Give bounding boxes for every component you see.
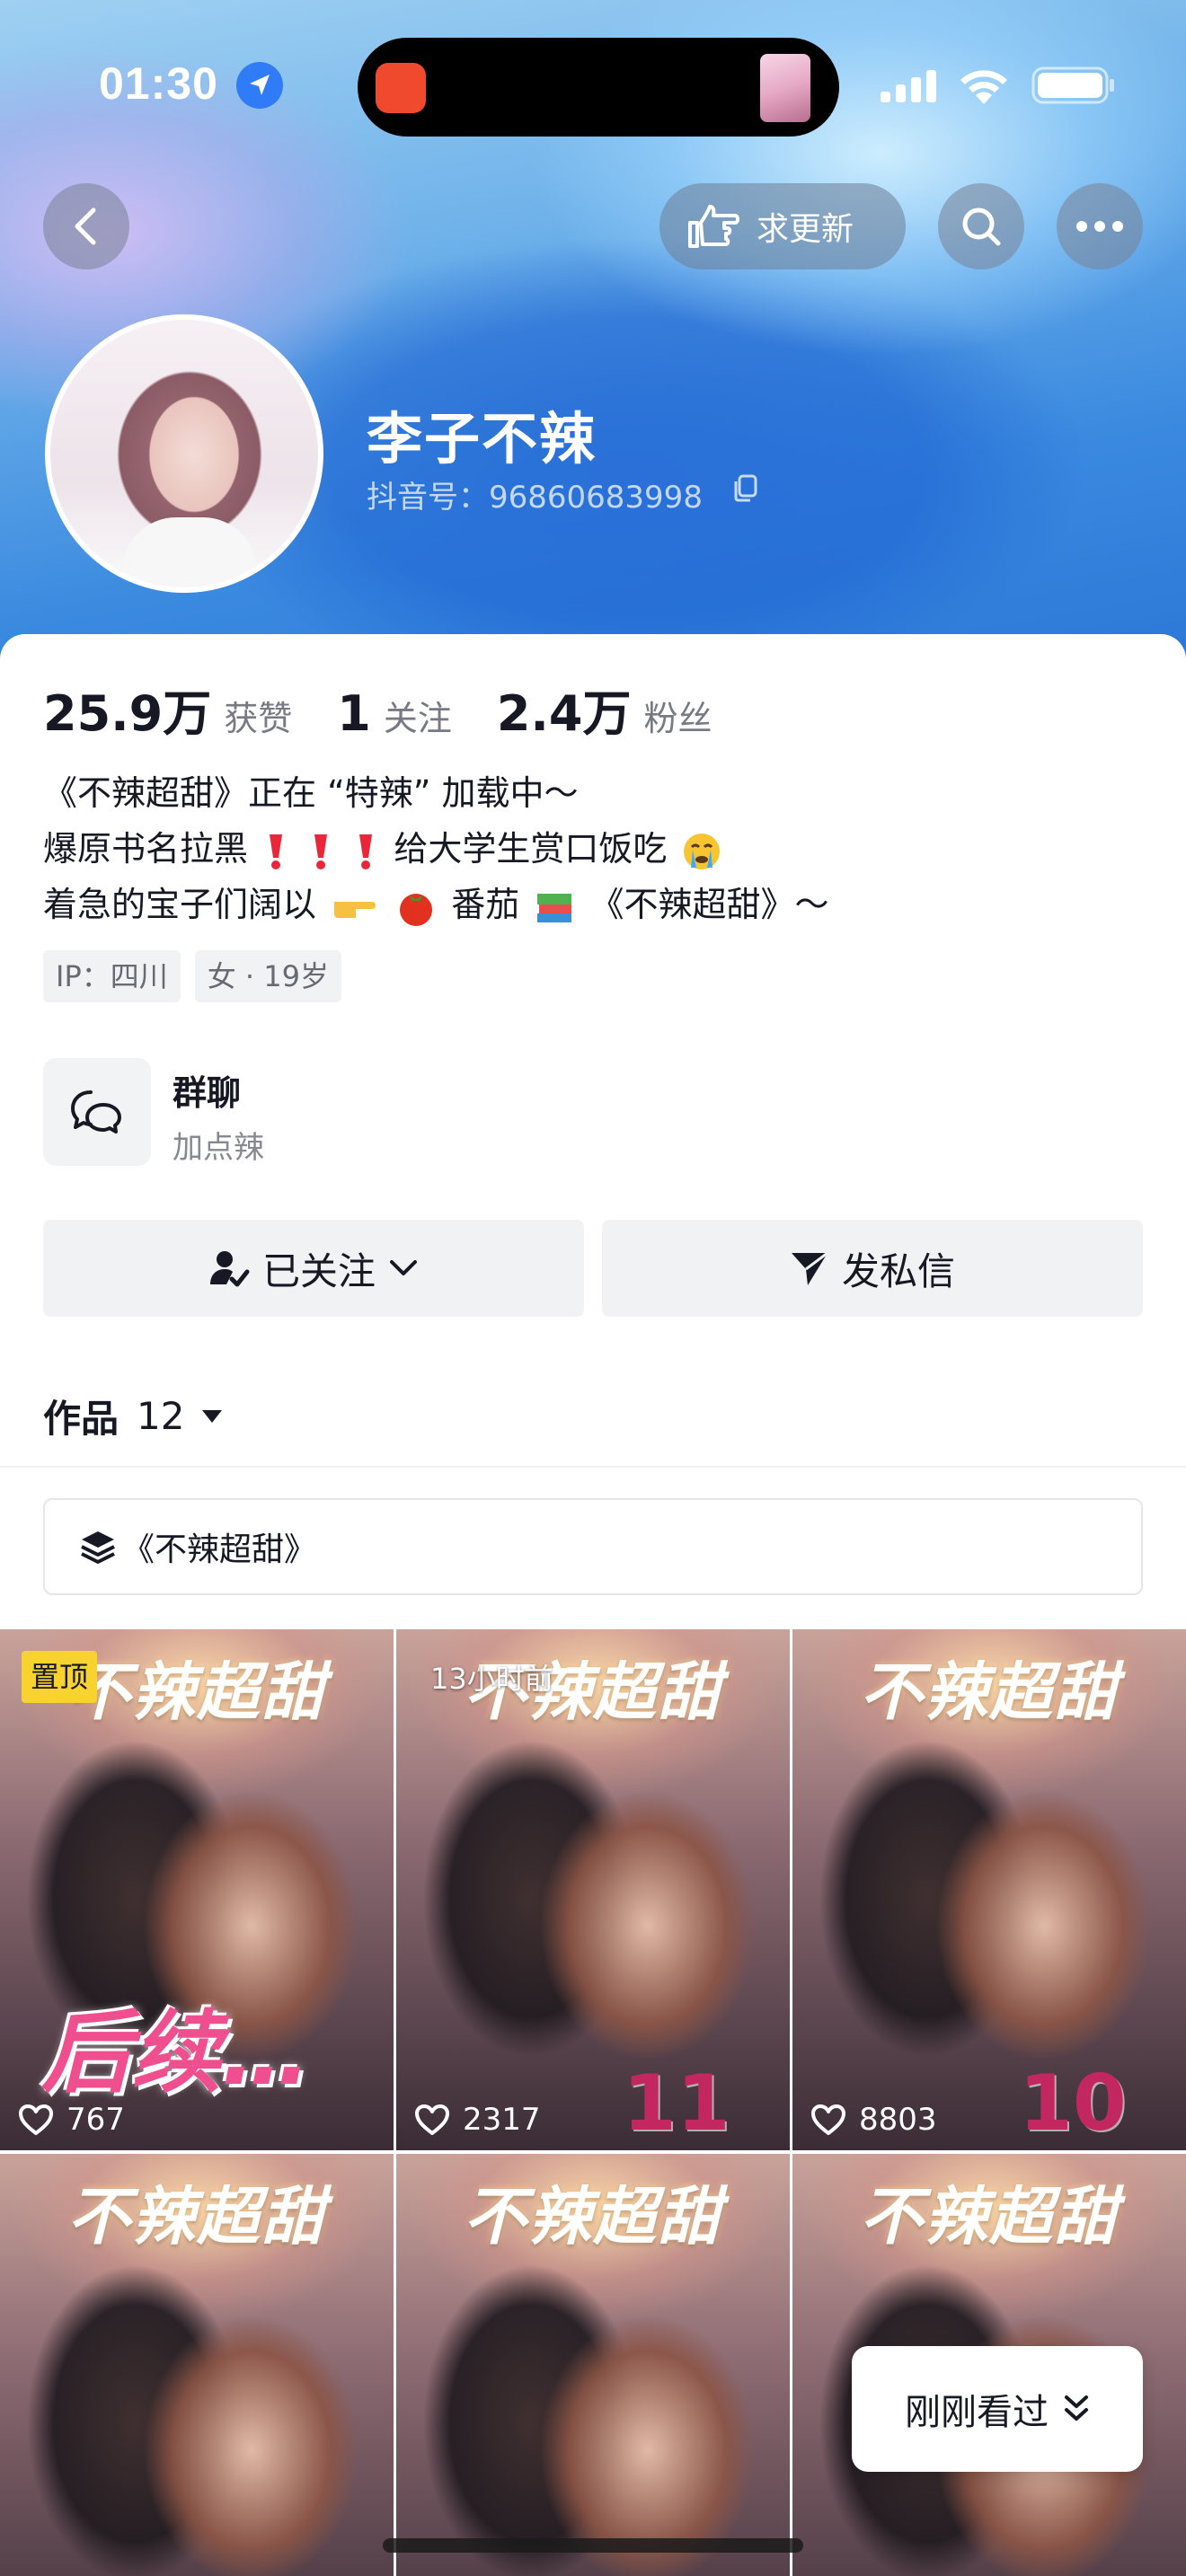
more-dots-icon bbox=[1076, 221, 1123, 232]
tomato-icon bbox=[400, 893, 433, 926]
video-tile[interactable]: 不辣超甜 bbox=[0, 2154, 394, 2576]
episode-number: 10 bbox=[1019, 2059, 1127, 2148]
bio-line-2-text-b: 给大学生赏口饭吃 bbox=[394, 829, 668, 869]
likes-label: 获赞 bbox=[224, 699, 293, 738]
like-count: 2317 bbox=[463, 2102, 541, 2138]
exclamation-icon bbox=[314, 834, 328, 869]
copy-icon[interactable] bbox=[731, 474, 758, 503]
request-update-button[interactable]: 求更新 bbox=[659, 183, 906, 269]
location-arrow-icon bbox=[236, 62, 283, 109]
ip-location-tag: IP：四川 bbox=[43, 950, 181, 1002]
send-message-label: 发私信 bbox=[841, 1248, 955, 1293]
gender-age-tag: 女 · 19岁 bbox=[194, 950, 341, 1002]
wifi-icon bbox=[960, 70, 1007, 104]
heart-icon bbox=[415, 2104, 449, 2135]
chat-bubbles-icon bbox=[71, 1090, 121, 1134]
following-label: 已关注 bbox=[261, 1248, 376, 1293]
recently-watched-button[interactable]: 刚刚看过 bbox=[852, 2346, 1143, 2472]
exclamation-icon bbox=[270, 834, 283, 869]
dynamic-island bbox=[358, 38, 839, 137]
caret-down-icon bbox=[202, 1409, 223, 1423]
search-button[interactable] bbox=[938, 183, 1024, 269]
recently-watched-label: 刚刚看过 bbox=[905, 2392, 1049, 2433]
group-chat-subtitle: 加点辣 bbox=[173, 1130, 264, 1166]
video-tile[interactable]: 不辣超甜 13小时前 11 2317 bbox=[396, 1629, 790, 2150]
following-label[interactable]: 关注 bbox=[384, 691, 452, 740]
like-count: 8803 bbox=[859, 2102, 937, 2138]
status-time: 01:30 bbox=[99, 58, 218, 109]
battery-icon bbox=[1031, 66, 1114, 104]
video-title: 不辣超甜 bbox=[464, 2179, 722, 2254]
section-divider bbox=[0, 1466, 1186, 1468]
video-title: 不辣超甜 bbox=[860, 1654, 1119, 1729]
episode-number: 11 bbox=[623, 2059, 730, 2148]
collection-label: 《不辣超甜》 bbox=[122, 1531, 317, 1568]
avatar-illustration bbox=[122, 517, 257, 587]
paper-plane-icon bbox=[791, 1251, 828, 1285]
home-indicator[interactable] bbox=[383, 2538, 803, 2553]
douyin-id: 抖音号：96860683998 bbox=[367, 480, 703, 516]
pointing-hand-icon bbox=[688, 205, 739, 248]
following-button[interactable]: 已关注 bbox=[43, 1220, 584, 1317]
likes-count: 25.9万 bbox=[43, 685, 212, 742]
works-tab[interactable]: 作品 12 bbox=[43, 1389, 224, 1443]
video-tile[interactable]: 不辣超甜 10 8803 bbox=[792, 1629, 1186, 2150]
back-arrow-icon bbox=[75, 207, 96, 245]
profile-name: 李子不辣 bbox=[367, 406, 597, 472]
bio-line-2-text-a: 爆原书名拉黑 bbox=[43, 829, 249, 869]
bio: 《不辣超甜》正在 “特辣” 加载中～ 爆原书名拉黑 给大学生赏口饭吃 着急的宝子… bbox=[43, 765, 829, 932]
followers-count[interactable]: 2.4万 bbox=[497, 674, 632, 745]
video-overlay-text: 后续… bbox=[41, 2000, 311, 2105]
group-chat-title[interactable]: 群聊 bbox=[173, 1065, 241, 1115]
video-title: 不辣超甜 bbox=[860, 2179, 1119, 2254]
request-update-label: 求更新 bbox=[757, 211, 854, 248]
bio-line-1: 《不辣超甜》正在 “特辣” 加载中～ bbox=[43, 773, 579, 813]
works-label: 作品 bbox=[43, 1397, 119, 1441]
video-likes: 2317 bbox=[414, 2102, 541, 2138]
pointing-right-icon bbox=[334, 901, 376, 918]
signal-icon bbox=[881, 70, 936, 102]
search-icon bbox=[962, 207, 1001, 246]
video-likes: 767 bbox=[18, 2102, 125, 2138]
crying-face-icon bbox=[683, 833, 720, 869]
stats-row: 25.9万 获赞 1 关注 2.4万 粉丝 bbox=[43, 674, 757, 745]
bio-line-3: 着急的宝子们阔以 番茄 《不辣超甜》～ bbox=[43, 877, 829, 932]
send-message-button[interactable]: 发私信 bbox=[602, 1220, 1143, 1317]
works-count: 12 bbox=[137, 1394, 185, 1438]
video-tile[interactable]: 不辣超甜 置顶 后续… 767 bbox=[0, 1629, 394, 2150]
profile-tags: IP：四川 女 · 19岁 bbox=[43, 950, 356, 1002]
video-tile[interactable]: 不辣超甜 bbox=[396, 2154, 790, 2576]
layers-icon bbox=[81, 1531, 115, 1564]
now-playing-thumbnail bbox=[760, 54, 810, 122]
bio-line-3-text-b: 番茄 bbox=[451, 885, 520, 924]
following-count[interactable]: 1 bbox=[337, 685, 371, 742]
like-count: 767 bbox=[66, 2102, 125, 2138]
collection-entry[interactable]: 《不辣超甜》 bbox=[43, 1498, 1143, 1595]
avatar[interactable] bbox=[45, 314, 323, 593]
followers-label[interactable]: 粉丝 bbox=[644, 691, 712, 740]
app-activity-icon bbox=[376, 63, 426, 113]
bio-line-2: 爆原书名拉黑 给大学生赏口饭吃 bbox=[43, 821, 829, 877]
double-chevron-down-icon bbox=[1065, 2395, 1088, 2421]
post-time-label: 13小时前 bbox=[430, 1662, 553, 1696]
heart-icon bbox=[811, 2104, 845, 2135]
books-icon bbox=[537, 893, 572, 922]
video-title: 不辣超甜 bbox=[67, 2179, 326, 2254]
chevron-down-icon bbox=[390, 1260, 417, 1275]
more-button[interactable] bbox=[1057, 183, 1143, 269]
video-likes: 8803 bbox=[810, 2102, 937, 2138]
pinned-badge: 置顶 bbox=[22, 1651, 98, 1703]
group-chat-entry[interactable] bbox=[43, 1058, 151, 1166]
person-check-icon bbox=[209, 1251, 250, 1287]
bio-line-3-text-c: 《不辣超甜》～ bbox=[589, 885, 829, 924]
back-button[interactable] bbox=[43, 183, 129, 269]
profile-page: 01:30 求更新 李子不辣 抖音号：96860683998 25.9万 获赞 … bbox=[0, 0, 1186, 2576]
heart-icon bbox=[19, 2104, 53, 2135]
bio-line-3-text-a: 着急的宝子们阔以 bbox=[43, 885, 317, 924]
exclamation-icon bbox=[359, 834, 373, 869]
